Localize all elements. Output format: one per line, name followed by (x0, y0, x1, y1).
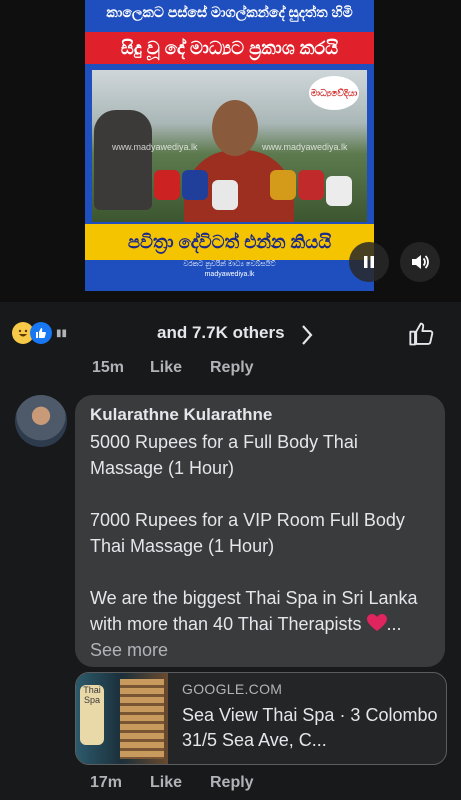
thumb-stairs (120, 679, 164, 759)
microphone-icon (212, 180, 238, 210)
watermark-left: www.madyawediya.lk (112, 142, 198, 152)
video-headline-red: සිදු වූ දේ මාධ්‍යට ප්‍රකාශ කරයි (85, 32, 374, 64)
video-thumbnail[interactable]: කාලෙකට පස්සේ මාගල්කන්දේ සුදත්ත හිමි සිදු… (85, 0, 374, 291)
microphone-icon (182, 170, 208, 200)
like-button[interactable] (408, 320, 436, 353)
comment-paragraph: 7000 Rupees for a VIP Room Full Body Tha… (90, 510, 405, 556)
video-footer-line1: වරකට නුවරින් මාධ්‍ය වෙබ්සයිට් (183, 261, 276, 268)
video-scene: මාධ්‍යවේදියා www.madyawediya.lk www.mady… (92, 70, 367, 222)
video-headline-top: කාලෙකට පස්සේ මාගල්කන්දේ සුදත්ත හිමි (106, 4, 353, 20)
comment-ellipsis: ... (386, 614, 402, 634)
video-footer-line2: madyawediya.lk (204, 271, 255, 278)
volume-icon (412, 255, 429, 269)
volume-button[interactable] (400, 242, 440, 282)
comment-paragraph: 5000 Rupees for a Full Body Thai Massage… (90, 432, 358, 478)
reaction-summary[interactable]: and 7.7K others (157, 323, 285, 343)
microphone-icon (270, 170, 296, 200)
reaction-bar: ▮▮ and 7.7K others (0, 310, 461, 358)
link-thumbnail: Thai Spa (76, 673, 168, 764)
comment-like-button[interactable]: Like (150, 774, 182, 792)
prev-comment-reply[interactable]: Reply (210, 359, 254, 377)
watermark-right: www.madyawediya.lk (262, 142, 348, 152)
video-headline-bottom: පවිත්‍රා දේවිටත් එන්න කියයි (85, 224, 374, 260)
pause-button[interactable] (349, 242, 389, 282)
pause-icon (364, 256, 374, 268)
reaction-icons[interactable]: ▮▮ (12, 322, 67, 344)
comment-author[interactable]: Kularathne Kularathne (90, 405, 272, 425)
elephant-figure (94, 110, 152, 210)
see-more-link[interactable]: See more (90, 640, 168, 660)
reaction-count-marks: ▮▮ (56, 327, 68, 339)
chevron-right-icon[interactable] (300, 324, 314, 351)
like-emoji-icon (30, 322, 52, 344)
thumb-sign: Thai Spa (80, 685, 104, 745)
avatar[interactable] (15, 395, 67, 447)
microphone-icon (154, 170, 180, 200)
video-footer: වරකට නුවරින් මාධ්‍ය වෙබ්සයිට් madyawediy… (85, 260, 374, 280)
microphone-icon (298, 170, 324, 200)
comment-body: 5000 Rupees for a Full Body Thai Massage… (90, 429, 435, 663)
prev-comment-time: 15m (92, 359, 125, 376)
red-heart-icon (366, 614, 387, 631)
link-title: Sea View Thai Spa · 3 Colombo 31/5 Sea A… (182, 705, 438, 750)
monk-head (212, 100, 258, 156)
comment-paragraph-last: We are the biggest Thai Spa in Sri Lanka… (90, 585, 435, 663)
madyawediya-logo: මාධ්‍යවේදියා (309, 76, 359, 110)
prev-comment-like[interactable]: Like (150, 359, 182, 377)
microphone-icon (326, 176, 352, 206)
comment-reply-button[interactable]: Reply (210, 774, 254, 792)
comment-bubble[interactable]: Kularathne Kularathne 5000 Rupees for a … (75, 395, 445, 667)
link-domain: GOOGLE.COM (182, 681, 283, 697)
video-player[interactable]: කාලෙකට පස්සේ මාගල්කන්දේ සුදත්ත හිමි සිදු… (0, 0, 461, 302)
comment-time: 17m (90, 774, 123, 791)
thumbs-up-icon (409, 322, 434, 346)
link-preview-card[interactable]: Thai Spa GOOGLE.COM Sea View Thai Spa · … (75, 672, 447, 765)
